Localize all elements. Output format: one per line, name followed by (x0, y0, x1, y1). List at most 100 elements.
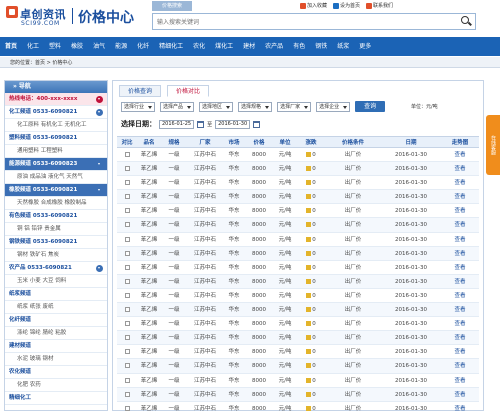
sidebar-item[interactable]: 钢材 铁矿石 焦炭 (5, 249, 107, 262)
compare-checkbox[interactable] (124, 292, 130, 298)
sidebar-item[interactable]: 钢铁频道 0533-6090821 (5, 236, 107, 249)
calendar-icon[interactable] (253, 120, 261, 128)
trend-link[interactable]: 查看 (441, 374, 479, 387)
filter-select[interactable]: 选择规格 (238, 101, 273, 112)
chevron-down-icon[interactable] (96, 187, 103, 194)
compare-checkbox[interactable] (124, 166, 130, 172)
trend-link[interactable]: 查看 (441, 331, 479, 344)
trend-link[interactable]: 查看 (441, 359, 479, 372)
filter-select[interactable]: 选择行业 (121, 101, 156, 112)
top-link-contact[interactable]: 联系我们 (366, 2, 393, 9)
chevron-down-icon[interactable] (96, 96, 103, 103)
trend-link[interactable]: 查看 (441, 233, 479, 246)
trend-link[interactable]: 查看 (441, 162, 479, 175)
compare-checkbox[interactable] (124, 377, 130, 383)
nav-item[interactable]: 煤化工 (210, 37, 238, 56)
trend-link[interactable]: 查看 (441, 148, 479, 161)
trend-link[interactable]: 查看 (441, 317, 479, 330)
trend-link[interactable]: 查看 (441, 275, 479, 288)
compare-checkbox[interactable] (124, 321, 130, 327)
compare-checkbox[interactable] (124, 391, 130, 397)
nav-item[interactable]: 首页 (0, 37, 22, 56)
compare-checkbox[interactable] (124, 194, 130, 200)
search-input[interactable] (157, 17, 457, 27)
nav-item[interactable]: 油气 (88, 37, 110, 56)
compare-checkbox[interactable] (124, 349, 130, 355)
compare-checkbox[interactable] (124, 363, 130, 369)
logo-icon[interactable] (6, 6, 18, 18)
sidebar-item[interactable]: 纸浆频道 (5, 288, 107, 301)
nav-item[interactable]: 塑料 (44, 37, 66, 56)
sidebar-item[interactable]: 农产品 0533-6090821 (5, 262, 107, 275)
filter-select[interactable]: 选择厂家 (277, 101, 312, 112)
nav-item[interactable]: 农产品 (260, 37, 288, 56)
compare-checkbox[interactable] (124, 180, 130, 186)
sidebar-item[interactable]: 水泥 玻璃 钢材 (5, 353, 107, 366)
sidebar-item[interactable]: 涤纶 锦纶 腈纶 粘胶 (5, 327, 107, 340)
sidebar-item[interactable]: 精细化工 (5, 392, 107, 405)
sidebar-item[interactable]: 天然橡胶 合成橡胶 橡胶制品 (5, 197, 107, 210)
compare-checkbox[interactable] (124, 278, 130, 284)
sidebar-item[interactable]: 塑料频道 0533-6090821 (5, 132, 107, 145)
compare-checkbox[interactable] (124, 222, 130, 228)
sidebar-item[interactable]: 建材频道 (5, 340, 107, 353)
sidebar-item[interactable]: 热线电话：400-xxx-xxxx (5, 93, 107, 106)
date-from-input[interactable]: 2016-01-25 (159, 119, 195, 129)
nav-item[interactable]: 农化 (188, 37, 210, 56)
sidebar-item[interactable]: 通用塑料 工程塑料 (5, 145, 107, 158)
nav-item[interactable]: 化纤 (132, 37, 154, 56)
nav-item[interactable]: 钢铁 (310, 37, 332, 56)
nav-item[interactable]: 更多 (354, 37, 376, 56)
sidebar-item[interactable]: 农化频道 (5, 366, 107, 379)
trend-link[interactable]: 查看 (441, 345, 479, 358)
sidebar-item[interactable]: 纸浆 纸张 废纸 (5, 301, 107, 314)
sidebar-item[interactable]: 有色频道 0533-6090821 (5, 210, 107, 223)
chevron-down-icon[interactable] (96, 109, 103, 116)
sidebar-item[interactable]: 化工频道 0533-6090821 (5, 106, 107, 119)
tab-price-compare[interactable]: 价格对比 (167, 85, 210, 97)
nav-item[interactable]: 橡胶 (66, 37, 88, 56)
top-link-favorite[interactable]: 加入收藏 (300, 2, 327, 9)
chevron-down-icon[interactable] (96, 161, 103, 168)
compare-checkbox[interactable] (124, 335, 130, 341)
nav-item[interactable]: 有色 (288, 37, 310, 56)
sidebar-item[interactable]: 铜 铝 铅锌 贵金属 (5, 223, 107, 236)
date-to-input[interactable]: 2016-01-30 (215, 119, 251, 129)
sidebar-item[interactable]: 玉米 小麦 大豆 饲料 (5, 275, 107, 288)
filter-select[interactable]: 选择产品 (160, 101, 195, 112)
sidebar-item[interactable]: 能源频道 0533-6090823 (5, 158, 107, 171)
compare-checkbox[interactable] (124, 264, 130, 270)
compare-checkbox[interactable] (124, 405, 130, 411)
search-tab[interactable]: 价格搜索 (152, 1, 192, 11)
nav-item[interactable]: 建材 (238, 37, 260, 56)
compare-checkbox[interactable] (124, 307, 130, 313)
trend-link[interactable]: 查看 (441, 190, 479, 203)
sidebar-item[interactable]: 橡胶频道 0533-6090821 (5, 184, 107, 197)
trend-link[interactable]: 查看 (441, 247, 479, 260)
compare-checkbox[interactable] (124, 152, 130, 157)
online-service-tab[interactable]: 在线客服 (486, 115, 500, 175)
sidebar-item[interactable]: 化肥 农药 (5, 379, 107, 392)
sidebar-item[interactable]: 化纤频道 (5, 314, 107, 327)
trend-link[interactable]: 查看 (441, 303, 479, 316)
tab-price-query[interactable]: 价格查询 (119, 85, 162, 97)
trend-link[interactable]: 查看 (441, 204, 479, 217)
sidebar-item[interactable]: 化工原料 有机化工 无机化工 (5, 119, 107, 132)
trend-link[interactable]: 查看 (441, 218, 479, 231)
trend-link[interactable]: 查看 (441, 388, 479, 401)
top-link-homepage[interactable]: 设为首页 (333, 2, 360, 9)
query-button[interactable]: 查询 (355, 101, 386, 112)
calendar-icon[interactable] (197, 120, 205, 128)
compare-checkbox[interactable] (124, 250, 130, 256)
compare-checkbox[interactable] (124, 236, 130, 242)
trend-link[interactable]: 查看 (441, 289, 479, 302)
compare-checkbox[interactable] (124, 208, 130, 214)
nav-item[interactable]: 精细化工 (154, 37, 188, 56)
filter-select[interactable]: 选择企业 (316, 101, 351, 112)
trend-link[interactable]: 查看 (441, 176, 479, 189)
sidebar-item[interactable]: 原油 成品油 液化气 天然气 (5, 171, 107, 184)
nav-item[interactable]: 化工 (22, 37, 44, 56)
nav-item[interactable]: 纸浆 (332, 37, 354, 56)
search-icon[interactable] (459, 15, 473, 28)
filter-select[interactable]: 选择地区 (199, 101, 234, 112)
